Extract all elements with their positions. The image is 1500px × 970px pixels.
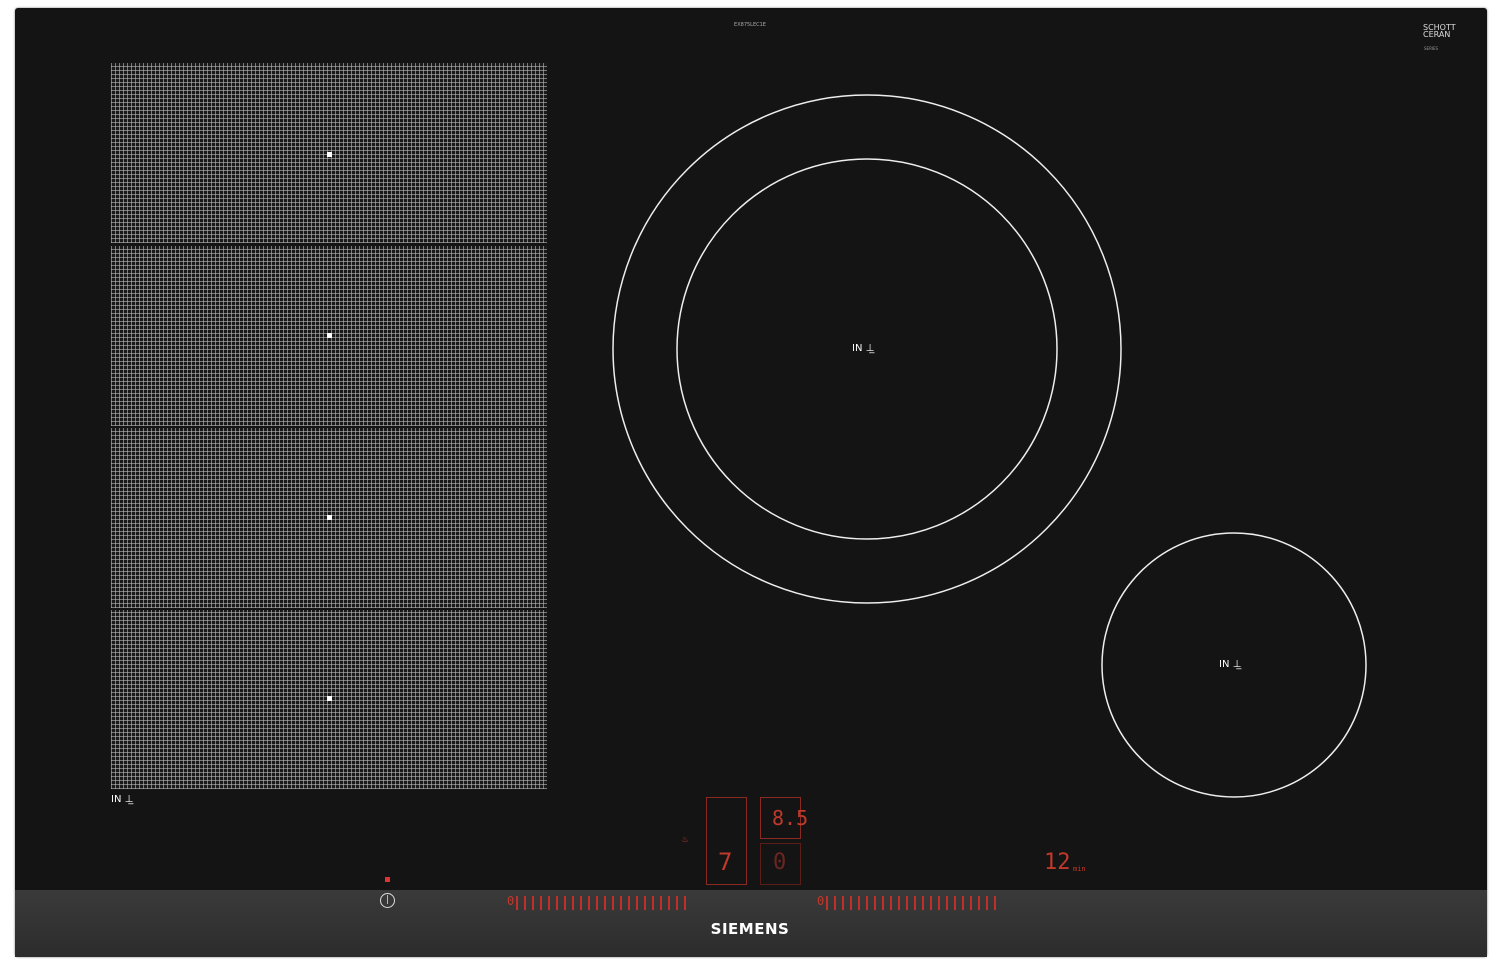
pan-icon: ⊥̲ [1232, 659, 1242, 670]
frying-icon[interactable]: ♨ [682, 834, 688, 845]
power-slider-left[interactable] [516, 896, 686, 910]
power-indicator-led [385, 877, 390, 882]
timer-unit: min [1073, 865, 1086, 873]
small-zone-label: IN ⊥̲ [1219, 659, 1242, 670]
pan-icon: ⊥̲ [865, 343, 875, 354]
slider-right-start: 0 [817, 894, 825, 908]
frying-level: 8.5 [772, 806, 809, 830]
large-zone-label: IN ⊥̲ [852, 343, 875, 354]
power-level-left: 7 [718, 848, 733, 876]
power-level-right: 0 [773, 850, 787, 875]
brand-logo: SIEMENS [710, 920, 790, 938]
power-icon[interactable]: | [380, 893, 395, 908]
slider-left-start: 0 [507, 894, 515, 908]
timer-value[interactable]: 12 [1044, 850, 1071, 875]
power-slider-right[interactable] [826, 896, 996, 910]
cooking-zone-rings [612, 94, 1367, 798]
